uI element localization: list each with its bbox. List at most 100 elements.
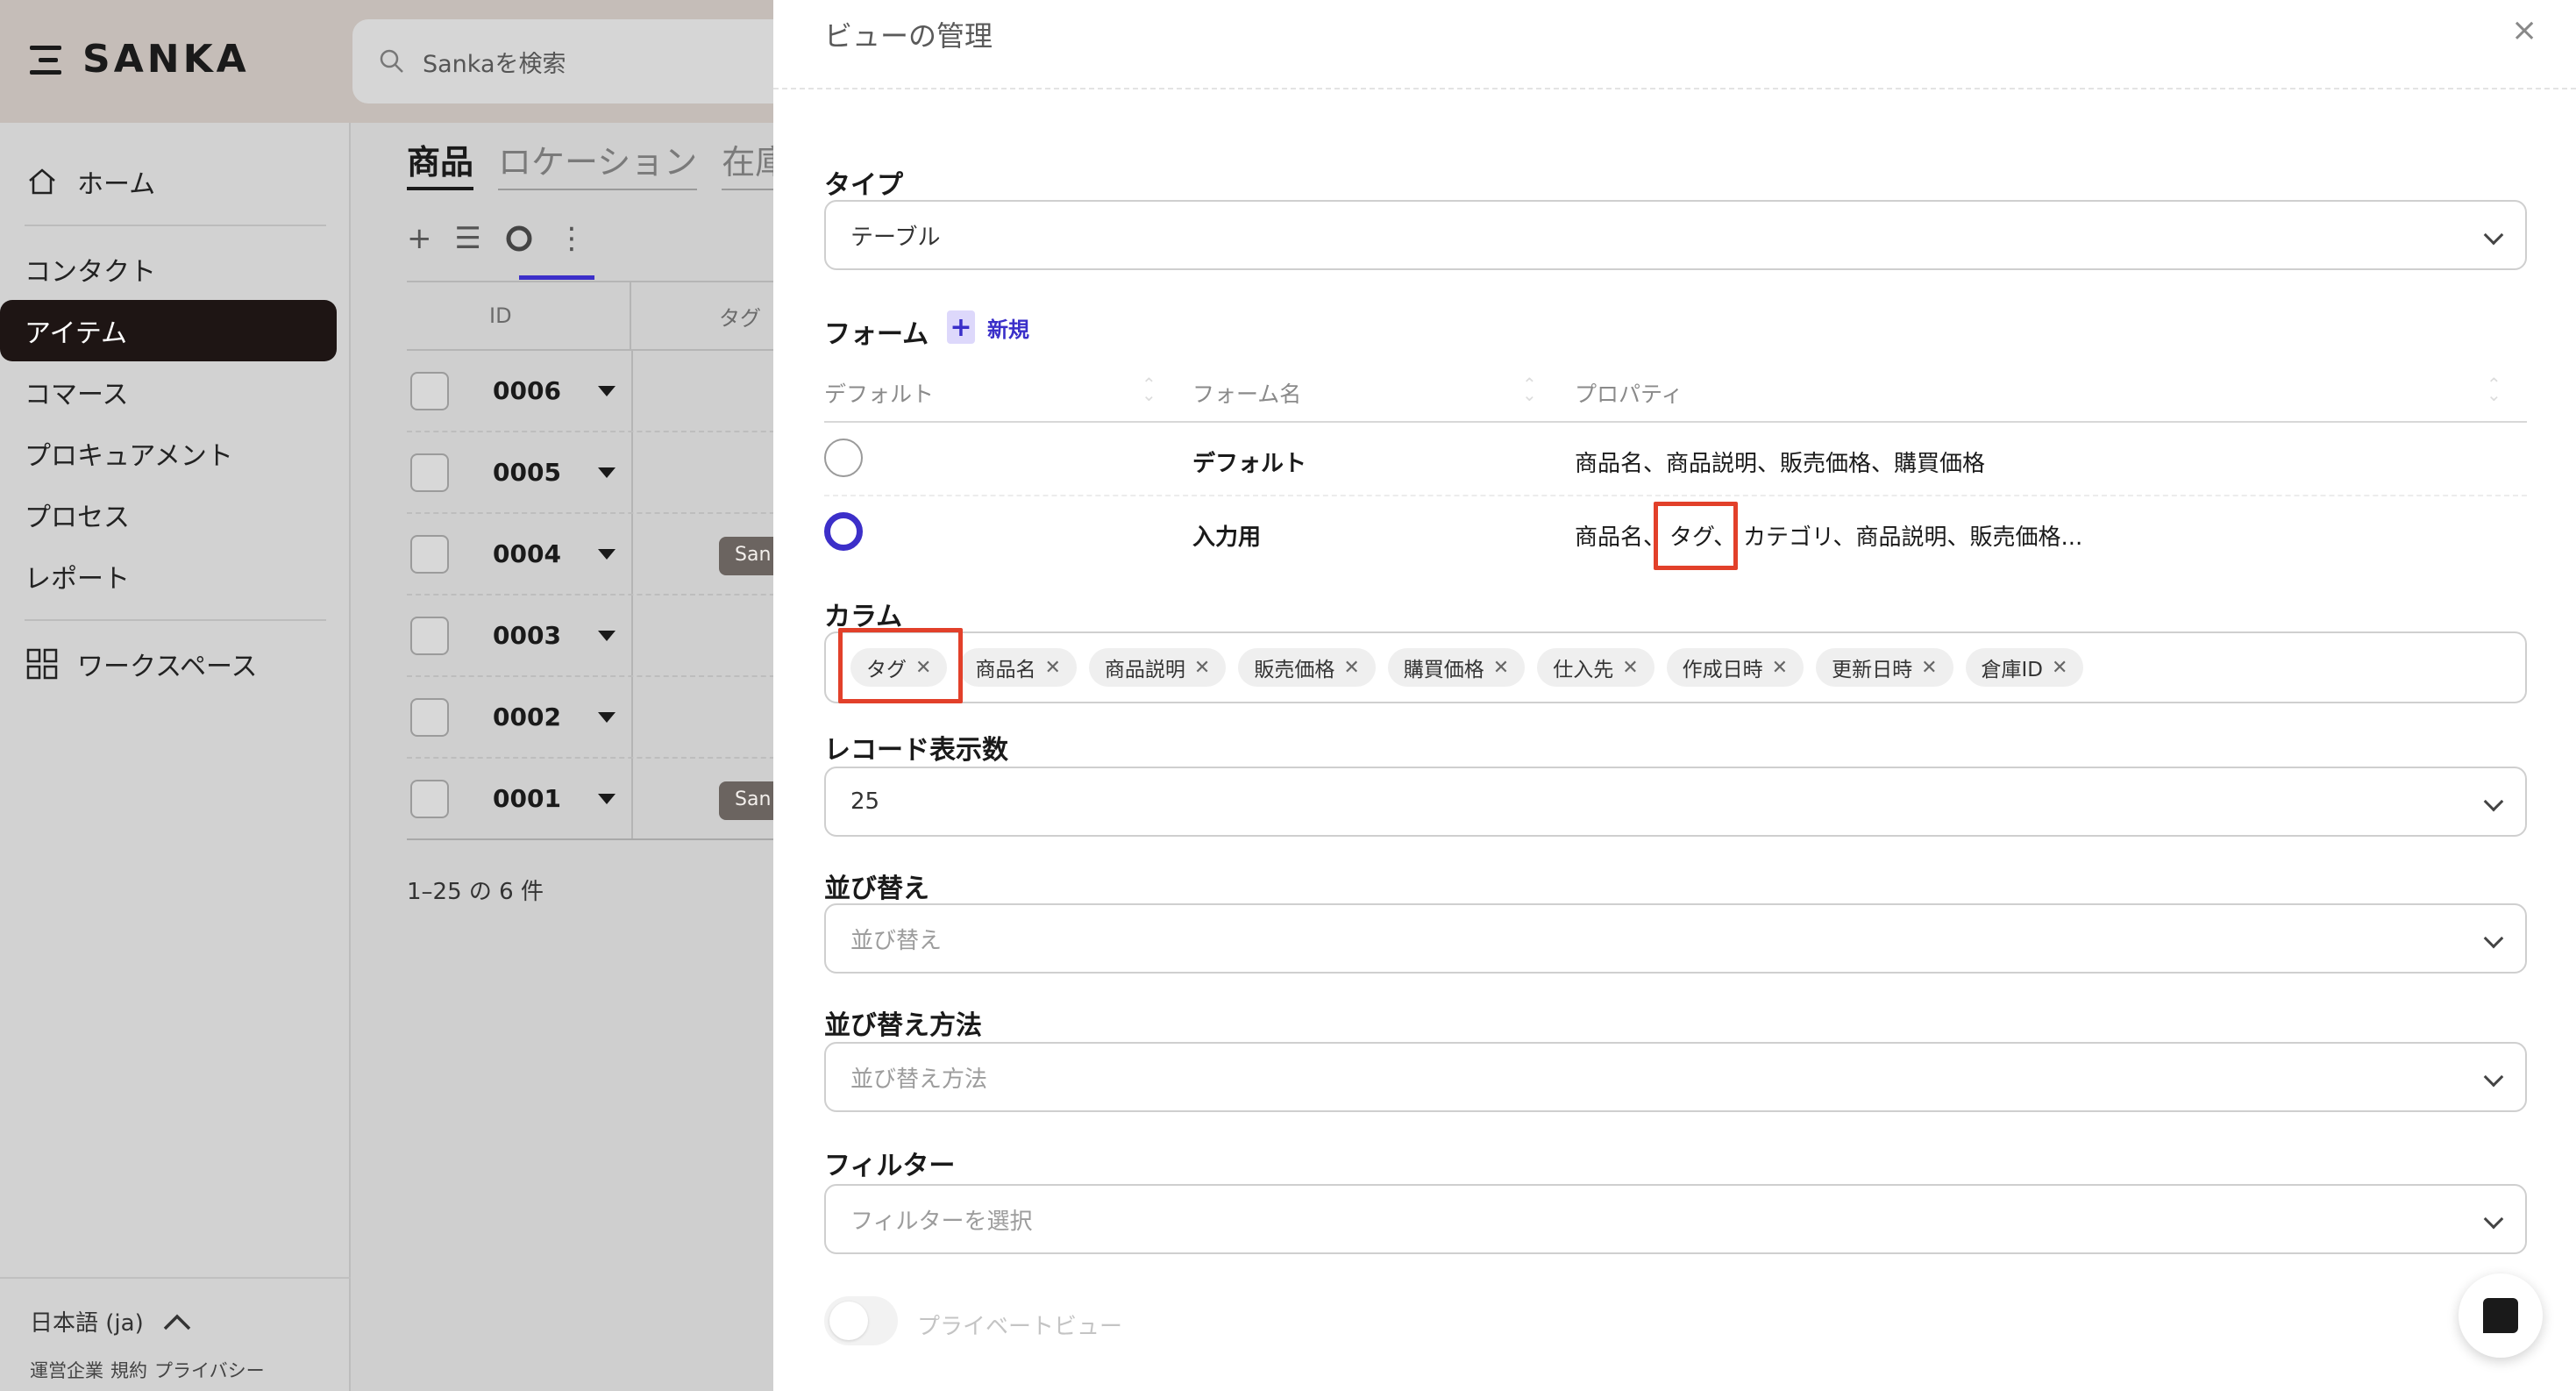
close-icon[interactable]: ✕ [1493, 657, 1509, 679]
row-checkbox[interactable] [410, 534, 449, 574]
sidebar-item-commerce[interactable]: コマース [0, 361, 351, 423]
close-icon[interactable]: ✕ [1772, 657, 1788, 679]
chip-label: 商品説明 [1104, 659, 1185, 681]
type-select[interactable]: テーブル [824, 200, 2527, 270]
column-header-id[interactable]: ID [407, 282, 631, 350]
app-logo[interactable]: SANKA [30, 37, 250, 82]
row-id[interactable]: 0003 [493, 621, 598, 650]
table-row[interactable]: 0006 [407, 351, 793, 432]
form-properties-part: 商品名、 [1575, 524, 1667, 551]
column-chip[interactable]: 商品説明 ✕ [1088, 648, 1227, 687]
caret-down-icon[interactable] [598, 385, 616, 396]
close-icon[interactable]: ✕ [1194, 657, 1210, 679]
language-label: 日本語 (ja) [30, 1310, 144, 1337]
table-row[interactable]: 0001 San [407, 759, 793, 840]
row-id[interactable]: 0001 [493, 784, 598, 813]
caret-down-icon[interactable] [598, 793, 616, 804]
row-id[interactable]: 0006 [493, 376, 598, 405]
private-view-toggle[interactable] [824, 1296, 898, 1345]
close-icon[interactable]: ✕ [2052, 657, 2067, 679]
close-icon[interactable]: ✕ [1343, 657, 1359, 679]
sidebar-item-home[interactable]: ホーム [0, 151, 351, 212]
column-chip[interactable]: 購買価格 ✕ [1387, 648, 1526, 687]
list-view-icon[interactable]: ☰ [455, 221, 481, 256]
table-row[interactable]: 0004 San [407, 514, 793, 596]
column-header-properties[interactable]: プロパティ [1575, 377, 1683, 409]
row-checkbox[interactable] [410, 779, 449, 818]
column-chip[interactable]: 倉庫ID ✕ [1965, 648, 2084, 687]
filter-select[interactable]: フィルターを選択 [824, 1184, 2527, 1254]
sidebar-nav: ホーム コンタクト アイテム コマース プロキュアメント プロセス レポート ワ… [0, 151, 351, 695]
chip-label: 購買価格 [1403, 659, 1484, 681]
tab-locations[interactable]: ロケーション [498, 135, 698, 190]
table-row[interactable]: 0002 [407, 677, 793, 759]
sidebar-item-reports[interactable]: レポート [0, 546, 351, 607]
sort-icon[interactable]: ⌃ ⌄ [2487, 375, 2501, 403]
more-options-icon[interactable]: ⋮ [557, 221, 587, 256]
menu-icon[interactable] [30, 42, 65, 77]
sort-icon[interactable]: ⌃ ⌄ [1522, 375, 1537, 403]
sidebar-item-process[interactable]: プロセス [0, 484, 351, 546]
panel-title: ビューの管理 [824, 19, 993, 53]
sort-method-select[interactable]: 並び替え方法 [824, 1042, 2527, 1112]
row-checkbox[interactable] [410, 616, 449, 655]
sort-label: 並び替え [824, 874, 929, 904]
records-select[interactable]: 25 [824, 767, 2527, 837]
footer-link-privacy[interactable]: プライバシー [154, 1357, 265, 1383]
row-checkbox[interactable] [410, 453, 449, 492]
sidebar-item-contacts[interactable]: コンタクト [0, 239, 351, 300]
row-id[interactable]: 0004 [493, 539, 598, 568]
items-table: ID タグ 0006 0005 0004 San 0003 0002 0001 Sa… [407, 281, 793, 840]
search-icon [380, 49, 403, 73]
table-row[interactable]: デフォルト 商品名、商品説明、販売価格、購買価格 [824, 423, 2527, 496]
column-chip[interactable]: 作成日時 ✕ [1666, 648, 1804, 687]
row-id[interactable]: 0005 [493, 458, 598, 487]
chip-label: 仕入先 [1553, 659, 1614, 681]
columns-multiselect[interactable]: タグ ✕ 商品名 ✕ 商品説明 ✕ 販売価格 ✕ 購買価格 ✕ 仕入先 ✕ 作成日時 ✕ 更新… [824, 631, 2527, 703]
default-radio[interactable] [824, 439, 863, 477]
caret-down-icon[interactable] [598, 630, 616, 641]
table-row[interactable]: 0005 [407, 432, 793, 514]
language-selector[interactable]: 日本語 (ja) [30, 1305, 321, 1338]
column-chip[interactable]: 販売価格 ✕ [1238, 648, 1376, 687]
search-bar[interactable]: Sankaを検索 [352, 19, 808, 103]
column-chip[interactable]: 商品名 ✕ [959, 648, 1077, 687]
table-row[interactable]: 0003 [407, 596, 793, 677]
column-header-form-name[interactable]: フォーム名 [1192, 377, 1301, 409]
chat-button[interactable] [2459, 1273, 2543, 1358]
sort-select[interactable]: 並び替え [824, 903, 2527, 974]
caret-down-icon[interactable] [598, 548, 616, 560]
footer-link-terms[interactable]: 規約 [110, 1357, 147, 1383]
records-label: レコード表示数 [824, 735, 1008, 766]
column-chip[interactable]: 更新日時 ✕ [1816, 648, 1953, 687]
tab-products[interactable]: 商品 [407, 135, 474, 190]
new-form-button[interactable]: + 新規 [947, 310, 1029, 344]
caret-down-icon[interactable] [598, 467, 616, 478]
private-view-label: プライベートビュー [917, 1314, 1123, 1340]
column-header-tag[interactable]: タグ [631, 301, 761, 332]
column-chip[interactable]: 仕入先 ✕ [1537, 648, 1654, 687]
circle-view-icon[interactable] [504, 224, 534, 253]
row-checkbox[interactable] [410, 697, 449, 737]
row-id[interactable]: 0002 [493, 703, 598, 731]
column-header-default[interactable]: デフォルト [824, 377, 934, 409]
sidebar-item-workspace[interactable]: ワークスペース [0, 633, 351, 695]
add-view-button[interactable]: + [407, 221, 432, 256]
sidebar-item-procurement[interactable]: プロキュアメント [0, 423, 351, 484]
close-icon[interactable]: ✕ [1044, 657, 1060, 679]
form-properties: 商品名、商品説明、販売価格、購買価格 [1575, 451, 1986, 477]
default-radio-selected[interactable] [824, 512, 863, 551]
close-icon[interactable]: ✕ [1622, 657, 1638, 679]
close-icon[interactable]: × [2511, 12, 2537, 48]
highlight-box [838, 628, 963, 703]
row-checkbox[interactable] [410, 371, 449, 410]
sort-placeholder: 並び替え [850, 927, 943, 954]
sidebar-item-label: ワークスペース [77, 652, 258, 682]
highlight-box [1654, 502, 1738, 570]
type-value: テーブル [850, 224, 941, 251]
close-icon[interactable]: ✕ [1921, 657, 1937, 679]
caret-down-icon[interactable] [598, 711, 616, 723]
sort-icon[interactable]: ⌃ ⌄ [1142, 375, 1156, 403]
sidebar-item-items[interactable]: アイテム [0, 300, 337, 361]
footer-link-company[interactable]: 運営企業 [30, 1357, 103, 1383]
